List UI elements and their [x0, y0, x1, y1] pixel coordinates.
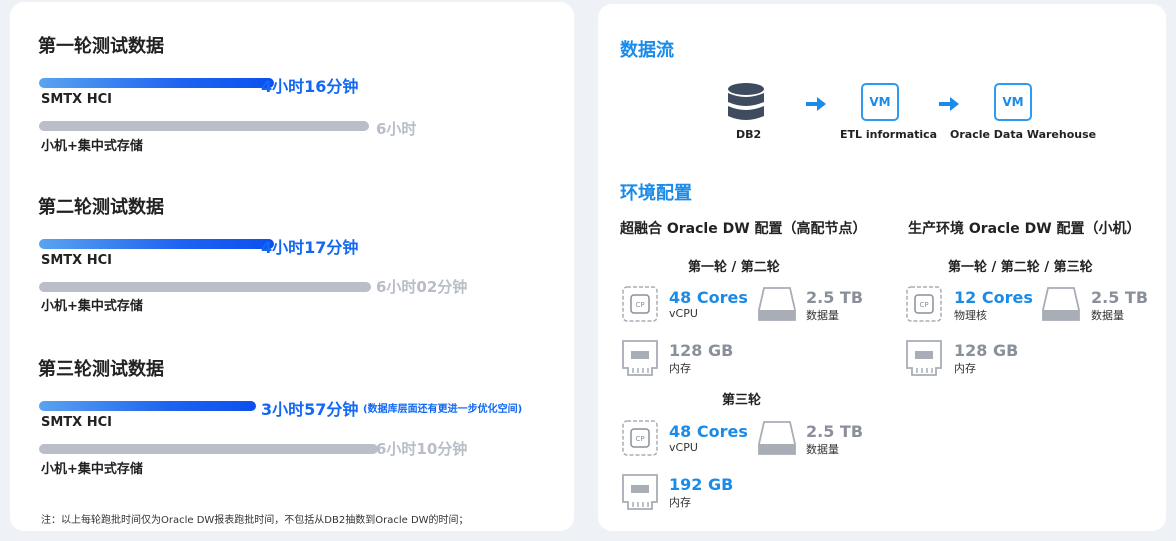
- memory-icon: [622, 474, 658, 510]
- comparison-panel: 第一轮测试数据 4小时16分钟 SMTX HCI 6小时 小机+集中式存储 第二…: [10, 2, 574, 531]
- prod-cpu-unit: 物理核: [954, 309, 987, 322]
- prod-disk-unit: 数据量: [1091, 309, 1124, 322]
- db2-label: DB2: [736, 128, 762, 141]
- cpu-icon: CP: [906, 286, 942, 322]
- footnote: 注：以上每轮跑批时间仅为Oracle DW报表跑批时间，不包括从DB2抽数到Or…: [41, 515, 469, 526]
- hci-round3-cpu-value: 48 Cores: [669, 422, 748, 441]
- hci-round3-mem-value: 192 GB: [669, 475, 734, 494]
- round2-hci-time: 4小时17分钟: [261, 238, 359, 257]
- environment-panel: 数据流 DB2 VM ETL informatica VM Oracle Dat…: [598, 4, 1166, 531]
- hci-round12-mem-value: 128 GB: [669, 341, 734, 360]
- hci-round12-cpu-value: 48 Cores: [669, 288, 748, 307]
- round1-title: 第一轮测试数据: [38, 36, 164, 57]
- round1-hci-time: 4小时16分钟: [261, 77, 359, 96]
- hci-round12-title: 第一轮 / 第二轮: [688, 260, 780, 275]
- round1-legacy-label: 小机+集中式存储: [41, 139, 143, 154]
- hci-round3-mem-unit: 内存: [669, 496, 691, 509]
- prod-mem-unit: 内存: [954, 362, 976, 375]
- prod-disk-value: 2.5 TB: [1091, 288, 1149, 307]
- round1-legacy-bar: [39, 121, 369, 131]
- etl-vm-icon: VM: [861, 83, 899, 121]
- round3-hci-time: 3小时57分钟: [261, 400, 359, 419]
- round3-hci-label: SMTX HCI: [41, 415, 112, 430]
- dataflow-title: 数据流: [620, 40, 674, 61]
- cpu-icon: CP: [622, 420, 658, 456]
- cpu-icon: CP: [622, 286, 658, 322]
- svg-text:CP: CP: [635, 301, 644, 309]
- round3-hci-note: (数据库层面还有更进一步优化空间): [363, 404, 523, 415]
- hci-round12-cpu-unit: vCPU: [669, 307, 698, 320]
- hci-round3-disk-value: 2.5 TB: [806, 422, 864, 441]
- disk-icon: [758, 421, 796, 455]
- disk-icon: [1042, 287, 1080, 321]
- etl-label: ETL informatica: [840, 128, 938, 141]
- database-icon: [728, 83, 764, 120]
- hci-round3-disk-unit: 数据量: [806, 443, 839, 456]
- round2-legacy-time: 6小时02分钟: [376, 278, 468, 296]
- hci-round3-cpu-unit: vCPU: [669, 441, 698, 454]
- env-title: 环境配置: [620, 183, 692, 204]
- round3-legacy-time: 6小时10分钟: [376, 440, 468, 458]
- round3-legacy-bar: [39, 444, 378, 454]
- prod-cpu-value: 12 Cores: [954, 288, 1033, 307]
- round2-hci-label: SMTX HCI: [41, 253, 112, 268]
- round1-legacy-time: 6小时: [376, 120, 417, 138]
- arrow-right-icon: [806, 97, 826, 111]
- hci-round12-disk-unit: 数据量: [806, 309, 839, 322]
- hci-round3-title: 第三轮: [722, 393, 762, 408]
- hci-round12-mem-unit: 内存: [669, 362, 691, 375]
- round2-legacy-label: 小机+集中式存储: [41, 299, 143, 314]
- round2-legacy-bar: [39, 282, 371, 292]
- round1-hci-label: SMTX HCI: [41, 92, 112, 107]
- prod-config-title: 生产环境 Oracle DW 配置（小机）: [908, 221, 1141, 237]
- round3-legacy-label: 小机+集中式存储: [41, 462, 143, 477]
- disk-icon: [758, 287, 796, 321]
- dw-label: Oracle Data Warehouse: [950, 128, 1097, 141]
- svg-text:CP: CP: [635, 435, 644, 443]
- prod-mem-value: 128 GB: [954, 341, 1019, 360]
- round2-hci-bar: [39, 239, 274, 249]
- svg-text:CP: CP: [919, 301, 928, 309]
- round3-title: 第三轮测试数据: [38, 359, 164, 380]
- memory-icon: [906, 340, 942, 376]
- prod-rounds-title: 第一轮 / 第二轮 / 第三轮: [948, 260, 1093, 275]
- memory-icon: [622, 340, 658, 376]
- round2-title: 第二轮测试数据: [38, 197, 164, 218]
- hci-round12-disk-value: 2.5 TB: [806, 288, 864, 307]
- arrow-right-icon: [939, 97, 959, 111]
- dw-vm-icon: VM: [994, 83, 1032, 121]
- round1-hci-bar: [39, 78, 274, 88]
- hci-config-title: 超融合 Oracle DW 配置（高配节点）: [620, 221, 867, 237]
- round3-hci-bar: [39, 401, 256, 411]
